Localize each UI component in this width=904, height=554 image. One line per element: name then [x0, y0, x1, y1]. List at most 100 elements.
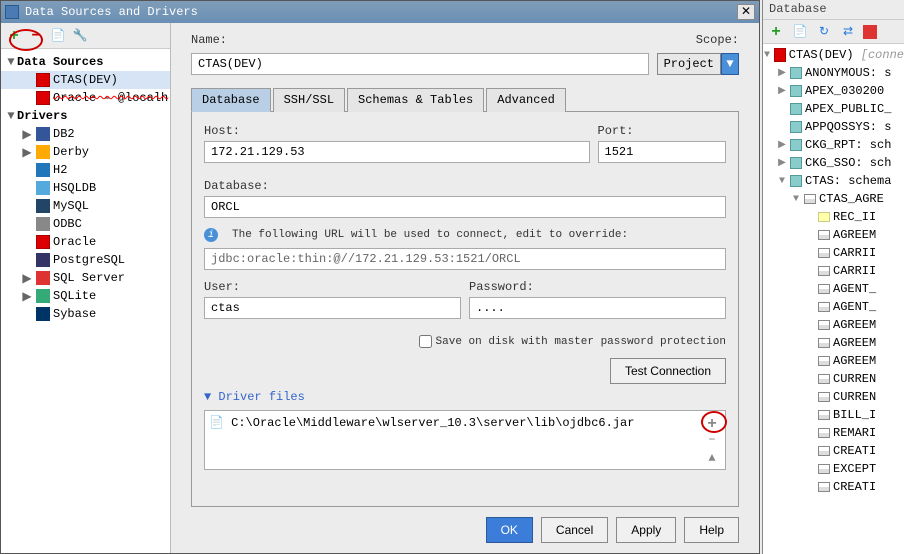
oracle-icon	[36, 73, 50, 87]
side-sync-button[interactable]: ⇄	[839, 23, 857, 41]
driver-hsqldb[interactable]: HSQLDB	[1, 179, 170, 197]
column-icon	[818, 410, 830, 420]
driver-files-header[interactable]: ▼ Driver files	[204, 390, 726, 404]
driver-file-item[interactable]: 📄 C:\Oracle\Middleware\wlserver_10.3\ser…	[209, 415, 721, 430]
save-disk-checkbox[interactable]	[419, 335, 432, 348]
tab-content: Host: Port: Database: i The following UR…	[191, 112, 739, 507]
column-item[interactable]: AGENT_	[763, 280, 904, 298]
settings-button[interactable]: 🔧	[71, 27, 89, 45]
datasource-tree[interactable]: ▼Data Sources CTAS(DEV) Oracle - @localh…	[1, 49, 170, 553]
column-item[interactable]: CARRII	[763, 244, 904, 262]
driver-sqlite[interactable]: ▶SQLite	[1, 287, 170, 305]
column-icon	[818, 320, 830, 330]
password-input[interactable]	[469, 297, 726, 319]
column-icon	[818, 356, 830, 366]
add-driver-button[interactable]: +	[703, 415, 721, 431]
remove-button[interactable]: −	[27, 27, 45, 45]
column-item[interactable]: CARRII	[763, 262, 904, 280]
side-copy-button[interactable]: 📄	[791, 23, 809, 41]
tree-header-datasources[interactable]: ▼Data Sources	[1, 53, 170, 71]
column-item[interactable]: AGREEM	[763, 352, 904, 370]
column-item[interactable]: CURREN	[763, 370, 904, 388]
apply-button[interactable]: Apply	[616, 517, 676, 543]
table-ctas-agre[interactable]: ▼CTAS_AGRE	[763, 190, 904, 208]
side-tree[interactable]: ▼CTAS(DEV) [conne ▶ANONYMOUS: s ▶APEX_03…	[763, 44, 904, 498]
column-icon	[818, 284, 830, 294]
schema-item[interactable]: ▶APEX_030200	[763, 82, 904, 100]
column-item[interactable]: CREATI	[763, 442, 904, 460]
side-add-button[interactable]: +	[767, 23, 785, 41]
column-item[interactable]: AGREEM	[763, 316, 904, 334]
postgresql-icon	[36, 253, 50, 267]
column-item[interactable]: REMARI	[763, 424, 904, 442]
close-button[interactable]: ✕	[737, 4, 755, 20]
column-item[interactable]: CURREN	[763, 388, 904, 406]
driver-mysql[interactable]: MySQL	[1, 197, 170, 215]
schema-icon	[790, 121, 802, 133]
user-input[interactable]	[204, 297, 461, 319]
driver-files-list[interactable]: 📄 C:\Oracle\Middleware\wlserver_10.3\ser…	[204, 410, 726, 470]
chevron-down-icon[interactable]: ▼	[721, 53, 739, 75]
driver-sybase[interactable]: Sybase	[1, 305, 170, 323]
column-icon	[818, 266, 830, 276]
mysql-icon	[36, 199, 50, 213]
tab-ssh[interactable]: SSH/SSL	[273, 88, 345, 112]
save-disk-label: Save on disk with master password protec…	[436, 336, 726, 348]
scope-select[interactable]: Project ▼	[657, 53, 739, 75]
remove-driver-button[interactable]: −	[703, 433, 721, 449]
driver-odbc[interactable]: ODBC	[1, 215, 170, 233]
column-item[interactable]: CREATI	[763, 478, 904, 496]
column-item[interactable]: AGREEM	[763, 226, 904, 244]
schema-item[interactable]: ▶ANONYMOUS: s	[763, 64, 904, 82]
url-input[interactable]	[204, 248, 726, 270]
port-label: Port:	[598, 124, 727, 138]
tab-schemas[interactable]: Schemas & Tables	[347, 88, 484, 112]
driver-postgresql[interactable]: PostgreSQL	[1, 251, 170, 269]
help-button[interactable]: Help	[684, 517, 739, 543]
schema-item[interactable]: APEX_PUBLIC_	[763, 100, 904, 118]
move-up-button[interactable]: ▲	[703, 451, 721, 467]
schema-item[interactable]: APPQOSSYS: s	[763, 118, 904, 136]
tab-database[interactable]: Database	[191, 88, 271, 112]
tree-item-ctas[interactable]: CTAS(DEV)	[1, 71, 170, 89]
name-input[interactable]	[191, 53, 649, 75]
db-root[interactable]: ▼CTAS(DEV) [conne	[763, 46, 904, 64]
schema-item[interactable]: ▶CKG_SSO: sch	[763, 154, 904, 172]
info-icon: i	[204, 228, 218, 242]
column-item[interactable]: AGREEM	[763, 334, 904, 352]
database-tool-window: Database + 📄 ↻ ⇄ ▼CTAS(DEV) [conne ▶ANON…	[762, 0, 904, 554]
url-info-label: The following URL will be used to connec…	[232, 229, 628, 241]
column-icon	[818, 392, 830, 402]
app-icon	[5, 5, 19, 19]
sybase-icon	[36, 307, 50, 321]
database-input[interactable]	[204, 196, 726, 218]
side-stop-button[interactable]	[863, 25, 877, 39]
tree-item-oracle-local[interactable]: Oracle - @localh	[1, 89, 170, 107]
add-button[interactable]: +	[5, 27, 23, 45]
driver-oracle[interactable]: Oracle	[1, 233, 170, 251]
schema-ctas[interactable]: ▼CTAS: schema	[763, 172, 904, 190]
side-refresh-button[interactable]: ↻	[815, 23, 833, 41]
ok-button[interactable]: OK	[486, 517, 533, 543]
port-input[interactable]	[598, 141, 727, 163]
cancel-button[interactable]: Cancel	[541, 517, 608, 543]
driver-sqlserver[interactable]: ▶SQL Server	[1, 269, 170, 287]
driver-h2[interactable]: H2	[1, 161, 170, 179]
column-item[interactable]: REC_II	[763, 208, 904, 226]
derby-icon	[36, 145, 50, 159]
left-panel: + − 📄 🔧 ▼Data Sources CTAS(DEV) Oracle -…	[1, 23, 171, 553]
column-item[interactable]: EXCEPT	[763, 460, 904, 478]
column-icon	[818, 464, 830, 474]
h2-icon	[36, 163, 50, 177]
host-input[interactable]	[204, 141, 590, 163]
driver-db2[interactable]: ▶DB2	[1, 125, 170, 143]
tree-header-drivers[interactable]: ▼Drivers	[1, 107, 170, 125]
test-connection-button[interactable]: Test Connection	[610, 358, 726, 384]
column-item[interactable]: BILL_I	[763, 406, 904, 424]
driver-derby[interactable]: ▶Derby	[1, 143, 170, 161]
copy-button[interactable]: 📄	[49, 27, 67, 45]
tab-advanced[interactable]: Advanced	[486, 88, 566, 112]
column-item[interactable]: AGENT_	[763, 298, 904, 316]
dialog-titlebar[interactable]: Data Sources and Drivers ✕	[1, 1, 759, 23]
schema-item[interactable]: ▶CKG_RPT: sch	[763, 136, 904, 154]
